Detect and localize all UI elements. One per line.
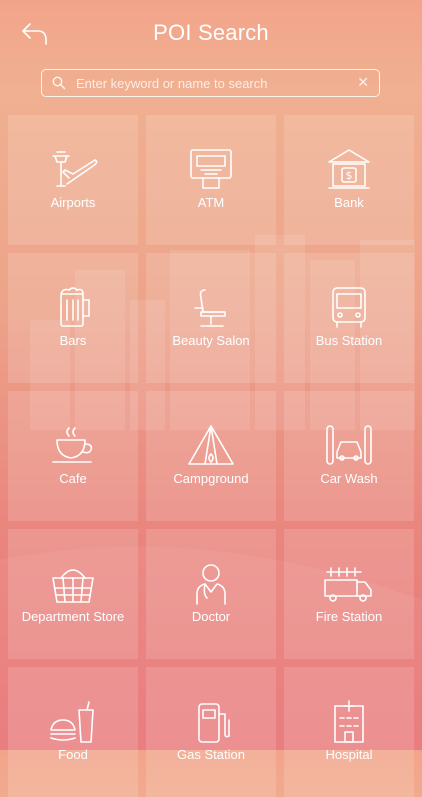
search-bar[interactable]: ✕ (41, 69, 380, 97)
basket-icon (52, 569, 94, 603)
coffee-cup-icon (52, 427, 93, 463)
tile-cafe[interactable]: Cafe (8, 391, 138, 521)
tile-airports[interactable]: Airports (8, 115, 138, 245)
car-wash-icon (326, 425, 372, 465)
doctor-icon (196, 564, 226, 605)
tent-icon (188, 425, 234, 465)
search-input[interactable] (74, 70, 348, 97)
tile-label: ATM (197, 195, 225, 210)
tile-label: Gas Station (177, 747, 245, 762)
hospital-icon (334, 700, 364, 743)
tile-gas-station[interactable]: Gas Station (146, 667, 276, 797)
fast-food-icon (50, 701, 94, 743)
gas-pump-icon (198, 703, 230, 743)
tile-fire-station[interactable]: Fire Station (284, 529, 414, 659)
tile-doctor[interactable]: Doctor (146, 529, 276, 659)
tile-label: Department Store (21, 609, 125, 624)
airport-icon (52, 151, 98, 187)
svg-text:$: $ (346, 169, 353, 182)
search-icon (52, 76, 66, 90)
header: POI Search (0, 0, 422, 64)
tile-department-store[interactable]: Department Store (8, 529, 138, 659)
tile-label: Car Wash (320, 471, 378, 486)
tile-label: Cafe (59, 471, 87, 486)
tile-food[interactable]: Food (8, 667, 138, 797)
page-title: POI Search (153, 20, 269, 45)
tile-label: Hospital (325, 747, 373, 762)
tile-label: Bus Station (315, 333, 383, 348)
tile-atm[interactable]: ATM (146, 115, 276, 245)
tile-bus-station[interactable]: Bus Station (284, 253, 414, 383)
tile-label: Fire Station (315, 609, 383, 624)
bus-icon (332, 287, 366, 328)
tile-label: Campground (173, 471, 249, 486)
bank-icon: $ (328, 149, 370, 189)
tile-label: Bank (334, 195, 364, 210)
tile-label: Bars (59, 333, 87, 348)
tile-label: Airports (50, 195, 96, 210)
tile-campground[interactable]: Campground (146, 391, 276, 521)
beer-mug-icon (60, 287, 90, 327)
tile-label: Doctor (191, 609, 231, 624)
fire-truck-icon (324, 567, 372, 602)
tile-hospital[interactable]: Hospital (284, 667, 414, 797)
tile-beauty-salon[interactable]: Beauty Salon (146, 253, 276, 383)
clear-icon[interactable]: ✕ (357, 74, 369, 91)
tile-label: Food (58, 747, 88, 762)
salon-chair-icon (194, 289, 226, 327)
tile-bars[interactable]: Bars (8, 253, 138, 383)
tile-label: Beauty Salon (172, 333, 250, 348)
tile-bank[interactable]: $ Bank (284, 115, 414, 245)
atm-icon (190, 149, 232, 189)
tile-car-wash[interactable]: Car Wash (284, 391, 414, 521)
